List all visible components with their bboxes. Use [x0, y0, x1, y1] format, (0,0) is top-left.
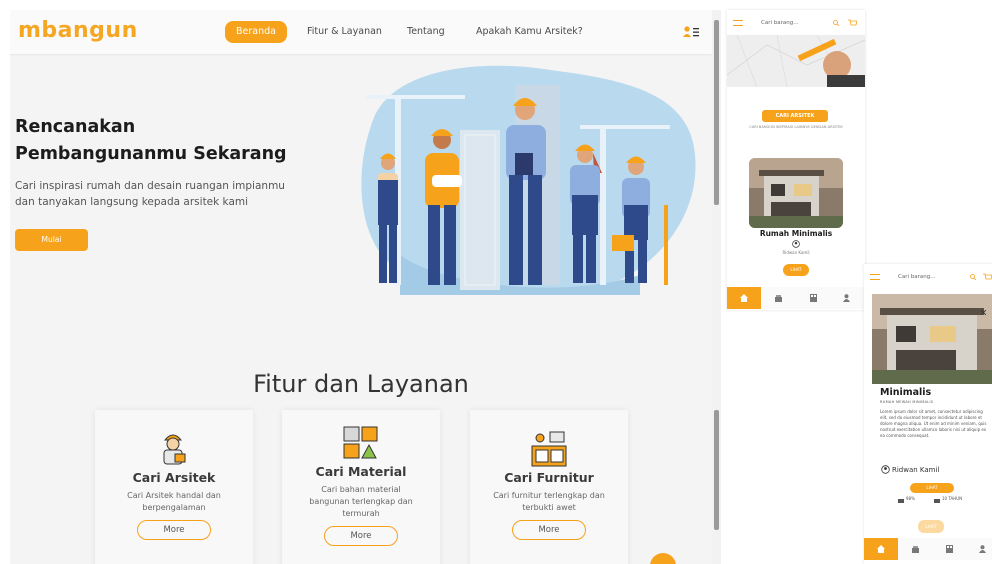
mobile-search-input[interactable]: Cari barang... — [761, 20, 798, 26]
cart-icon[interactable] — [848, 19, 857, 27]
lihat-button[interactable]: LIHAT — [783, 264, 809, 276]
hero-subtitle-line1: Cari inspirasi rumah dan desain ruangan … — [15, 180, 285, 192]
user-list-icon[interactable] — [683, 26, 699, 38]
project-detail-image — [872, 294, 992, 384]
detail-author: Ridwan Kamil — [892, 466, 940, 474]
cart-icon[interactable] — [983, 273, 992, 281]
home-icon — [740, 294, 748, 302]
more-button-material[interactable]: More — [324, 526, 398, 546]
feature-card-furnitur: Cari Furnitur Cari furnitur terlengkap d… — [470, 410, 628, 564]
features-title: Fitur dan Layanan — [253, 370, 469, 398]
feature-desc-line: berpengalaman — [142, 503, 206, 512]
project-name: Rumah Minimalis — [759, 229, 833, 238]
feature-desc-line: Cari furnitur terlengkap dan — [493, 491, 605, 500]
cta-subtitle: CARI BANGUN INSPIRASI LAINNYA DENGAN ARS… — [749, 125, 843, 129]
hero-title-line1: Rencanakan — [15, 117, 136, 137]
nav-beranda[interactable]: Beranda — [225, 21, 287, 43]
menu-icon[interactable] — [733, 20, 743, 26]
search-icon[interactable] — [970, 274, 976, 280]
scroll-top-button[interactable] — [650, 553, 676, 564]
more-button-furnitur[interactable]: More — [512, 520, 586, 540]
user-circle-icon — [792, 240, 800, 248]
user-circle-icon — [881, 465, 890, 474]
project-image[interactable] — [749, 158, 843, 228]
detail-title: Minimalis — [880, 387, 932, 398]
construction-workers-illustration — [361, 65, 696, 295]
feature-title-material: Cari Material — [315, 464, 407, 479]
feature-desc-line: Cari bahan material — [321, 485, 401, 494]
more-button-arsitek[interactable]: More — [137, 520, 211, 540]
feature-card-arsitek: Cari Arsitek Cari Arsitek handal dan ber… — [95, 410, 253, 564]
menu-icon[interactable] — [870, 274, 880, 280]
feature-title-arsitek: Cari Arsitek — [132, 470, 216, 485]
detail-subtitle: RUMAH MEWAH MINIMALIS — [880, 400, 934, 404]
store-icon[interactable] — [775, 295, 782, 302]
nav-tentang[interactable]: Tentang — [407, 26, 445, 37]
home-icon — [877, 545, 885, 553]
mobile-bottom-nav — [864, 538, 992, 560]
nav-home[interactable] — [864, 538, 898, 560]
nav-fitur-layanan[interactable]: Fitur & Layanan — [307, 26, 382, 37]
lihat-button[interactable]: LIHAT — [910, 483, 954, 493]
project-author: Ridwan Kamil — [782, 250, 810, 255]
detail-description: Lorem ipsum dolor sit amet, consectetur … — [880, 409, 987, 438]
cari-arsitek-button[interactable]: CARI ARSITEK — [762, 110, 828, 122]
feature-title-furnitur: Cari Furnitur — [504, 470, 594, 485]
scrollbar-thumb[interactable] — [714, 20, 719, 205]
mobile-home-screen: Cari barang... CARI ARSITEK CARI BANGUN … — [727, 10, 865, 310]
hero-subtitle-line2: dan tanyakan langsung kepada arsitek kam… — [15, 196, 249, 208]
feature-desc-line: Cari Arsitek handal dan — [127, 491, 221, 500]
building-icon[interactable] — [810, 294, 817, 302]
mulai-button[interactable]: Mulai — [15, 229, 88, 251]
close-icon[interactable] — [981, 310, 986, 315]
hero-title: Rencanakan Pembangunanmu Sekarang — [15, 114, 287, 168]
feature-desc-furnitur: Cari furnitur terlengkap dan terbukti aw… — [484, 490, 614, 514]
briefcase-icon — [934, 499, 940, 503]
hero-title-line2: Pembangunanmu Sekarang — [15, 144, 287, 164]
feature-card-material: Cari Material Cari bahan material bangun… — [282, 410, 440, 564]
building-material-icon — [343, 426, 378, 459]
building-icon[interactable] — [946, 545, 953, 553]
store-icon[interactable] — [912, 546, 919, 553]
profile-icon[interactable] — [979, 545, 986, 553]
thumbs-up-icon — [898, 499, 904, 503]
feature-desc-arsitek: Cari Arsitek handal dan berpengalaman — [109, 490, 239, 514]
feature-desc-line: termurah — [342, 509, 380, 518]
mobile-bottom-nav — [727, 287, 865, 309]
profile-icon[interactable] — [843, 294, 850, 302]
desktop-page: mbangun Beranda Fitur & Layanan Tentang … — [10, 10, 712, 564]
furniture-icon — [531, 431, 567, 467]
architect-icon — [163, 434, 186, 465]
mobile-detail-screen: Cari barang... Minimalis RUMAH MEWAH MIN… — [864, 264, 992, 564]
stat-likes: 98% — [906, 496, 915, 501]
navbar: mbangun Beranda Fitur & Layanan Tentang … — [10, 10, 712, 54]
hero-subtitle: Cari inspirasi rumah dan desain ruangan … — [15, 178, 305, 210]
nav-arsitek[interactable]: Apakah Kamu Arsitek? — [476, 26, 583, 37]
feature-desc-line: terbukti awet — [522, 503, 576, 512]
logo[interactable]: mbangun — [18, 18, 138, 43]
mobile-hero-image — [727, 35, 865, 87]
feature-desc-material: Cari bahan material bangunan terlengkap … — [296, 484, 426, 520]
feature-desc-line: bangunan terlengkap dan — [309, 497, 413, 506]
search-icon[interactable] — [833, 20, 839, 26]
scrollbar-thumb[interactable] — [714, 410, 719, 530]
vertical-scrollbar[interactable] — [712, 10, 721, 564]
mobile-search-input[interactable]: Cari barang... — [898, 274, 935, 280]
lihat-button-secondary[interactable]: LIHAT — [918, 520, 944, 533]
stat-years: 10 TAHUN — [942, 496, 963, 501]
nav-home[interactable] — [727, 287, 761, 309]
